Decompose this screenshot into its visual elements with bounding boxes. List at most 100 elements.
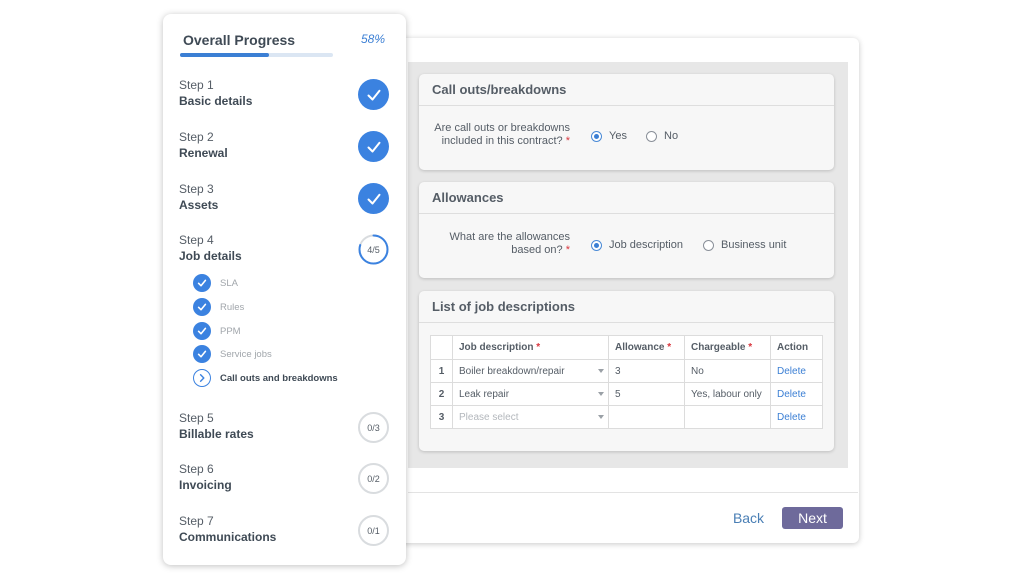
- header-chargeable-label: Chargeable: [691, 342, 746, 353]
- required-marker: *: [667, 342, 672, 353]
- allowances-business-unit-option[interactable]: Business unit: [703, 239, 786, 251]
- header-row-number: [430, 335, 453, 360]
- job-list-card-title: List of job descriptions: [419, 291, 834, 323]
- substep-label: Call outs and breakdowns: [220, 372, 338, 384]
- callouts-question-label: Are call outs or breakdowns included in …: [410, 122, 570, 148]
- chevron-right-icon: [193, 369, 211, 387]
- allowances-job-description-option[interactable]: Job description: [591, 239, 683, 251]
- delete-link[interactable]: Delete: [770, 405, 823, 429]
- callouts-yes-option[interactable]: Yes: [591, 130, 627, 142]
- check-icon: [193, 322, 211, 340]
- substep-service-jobs[interactable]: Service jobs: [193, 345, 272, 363]
- table-row: 2 Leak repair 5 Yes, labour only Delete: [430, 382, 823, 406]
- substep-label: SLA: [220, 277, 238, 289]
- header-allowance: Allowance *: [608, 335, 685, 360]
- header-allowance-label: Allowance: [615, 342, 665, 353]
- check-icon: [358, 183, 389, 214]
- row-number: 1: [430, 359, 453, 383]
- job-descriptions-table: Job description * Allowance * Chargeable…: [430, 335, 823, 429]
- back-button[interactable]: Back: [726, 507, 771, 529]
- radio-selected-icon[interactable]: [591, 239, 602, 251]
- required-marker: *: [565, 135, 570, 147]
- table-header-row: Job description * Allowance * Chargeable…: [430, 335, 823, 360]
- radio-unselected-icon[interactable]: [646, 130, 657, 142]
- substep-sla[interactable]: SLA: [193, 274, 238, 292]
- header-job-description-label: Job description: [459, 342, 534, 353]
- check-icon: [193, 274, 211, 292]
- chargeable-select[interactable]: [684, 405, 771, 429]
- row-number: 2: [430, 382, 453, 406]
- callouts-card-title: Call outs/breakdowns: [419, 74, 834, 106]
- next-button[interactable]: Next: [782, 507, 843, 529]
- radio-unselected-icon[interactable]: [703, 239, 714, 251]
- step-6[interactable]: Step 6 Invoicing 0/2: [179, 461, 389, 497]
- step-progress-ring: 4/5: [358, 234, 389, 265]
- allowance-input[interactable]: 3: [608, 359, 685, 383]
- job-description-select[interactable]: Please select: [452, 405, 609, 429]
- step-2[interactable]: Step 2 Renewal: [179, 129, 389, 165]
- progress-panel: Overall Progress 58% Step 1 Basic detail…: [163, 14, 406, 565]
- footer-divider: [408, 492, 858, 493]
- chargeable-select[interactable]: No: [684, 359, 771, 383]
- substep-ppm[interactable]: PPM: [193, 322, 241, 340]
- job-description-value: Boiler breakdown/repair: [459, 365, 565, 377]
- step-7[interactable]: Step 7 Communications 0/1: [179, 513, 389, 549]
- step-badge-count: 0/2: [358, 463, 389, 494]
- table-row: 3 Please select Delete: [430, 405, 823, 429]
- substep-call-outs-and-breakdowns[interactable]: Call outs and breakdowns: [193, 369, 338, 387]
- step-5[interactable]: Step 5 Billable rates 0/3: [179, 410, 389, 446]
- chevron-down-icon: [598, 392, 604, 396]
- check-icon: [358, 131, 389, 162]
- step-badge-count: 4/5: [367, 244, 380, 255]
- job-description-value: Leak repair: [459, 388, 510, 400]
- substep-label: Rules: [220, 301, 245, 313]
- job-description-select[interactable]: Leak repair: [452, 382, 609, 406]
- check-icon: [193, 298, 211, 316]
- allowance-input[interactable]: [608, 405, 685, 429]
- required-marker: *: [748, 342, 753, 353]
- required-marker: *: [565, 244, 570, 256]
- progress-bar: [180, 53, 333, 57]
- radio-selected-icon[interactable]: [591, 130, 602, 142]
- allowances-question-row: What are the allowances based on? * Job …: [419, 214, 834, 276]
- job-description-placeholder: Please select: [459, 411, 519, 423]
- allowances-question-line2: based on?: [511, 244, 563, 256]
- callouts-question-line1: Are call outs or breakdowns: [434, 122, 570, 134]
- callouts-no-option[interactable]: No: [646, 130, 678, 142]
- allowances-business-unit-label: Business unit: [721, 239, 787, 251]
- job-list-card: List of job descriptions Job description…: [419, 291, 834, 451]
- progress-title: Overall Progress: [183, 32, 296, 48]
- table-row: 1 Boiler breakdown/repair 3 No Delete: [430, 359, 823, 383]
- step-1[interactable]: Step 1 Basic details: [179, 77, 389, 113]
- progress-percent: 58%: [360, 32, 385, 46]
- progress-bar-fill: [180, 53, 269, 57]
- step-badge-count: 0/1: [358, 515, 389, 546]
- allowance-input[interactable]: 5: [608, 382, 685, 406]
- check-icon: [358, 79, 389, 110]
- step-4[interactable]: Step 4 Job details 4/5: [179, 232, 389, 268]
- check-icon: [193, 345, 211, 363]
- callouts-question-line2: included in this contract?: [441, 135, 563, 147]
- callouts-question-row: Are call outs or breakdowns included in …: [419, 106, 834, 168]
- callouts-card: Call outs/breakdowns Are call outs or br…: [419, 74, 834, 170]
- required-marker: *: [536, 342, 541, 353]
- chevron-down-icon: [598, 415, 604, 419]
- step-3[interactable]: Step 3 Assets: [179, 181, 389, 217]
- substep-rules[interactable]: Rules: [193, 298, 244, 316]
- substep-label: PPM: [220, 325, 241, 337]
- row-number: 3: [430, 405, 453, 429]
- header-action: Action: [770, 335, 823, 360]
- callouts-yes-label: Yes: [609, 130, 627, 142]
- allowances-job-description-label: Job description: [609, 239, 683, 251]
- job-description-select[interactable]: Boiler breakdown/repair: [452, 359, 609, 383]
- allowances-question-line1: What are the allowances: [449, 231, 570, 243]
- allowances-question-label: What are the allowances based on? *: [410, 231, 570, 257]
- step-badge-count: 0/3: [358, 412, 389, 443]
- header-chargeable: Chargeable *: [684, 335, 771, 360]
- chargeable-select[interactable]: Yes, labour only: [684, 382, 771, 406]
- allowances-card-title: Allowances: [419, 182, 834, 214]
- delete-link[interactable]: Delete: [770, 359, 823, 383]
- delete-link[interactable]: Delete: [770, 382, 823, 406]
- allowances-card: Allowances What are the allowances based…: [419, 182, 834, 278]
- callouts-no-label: No: [664, 130, 679, 142]
